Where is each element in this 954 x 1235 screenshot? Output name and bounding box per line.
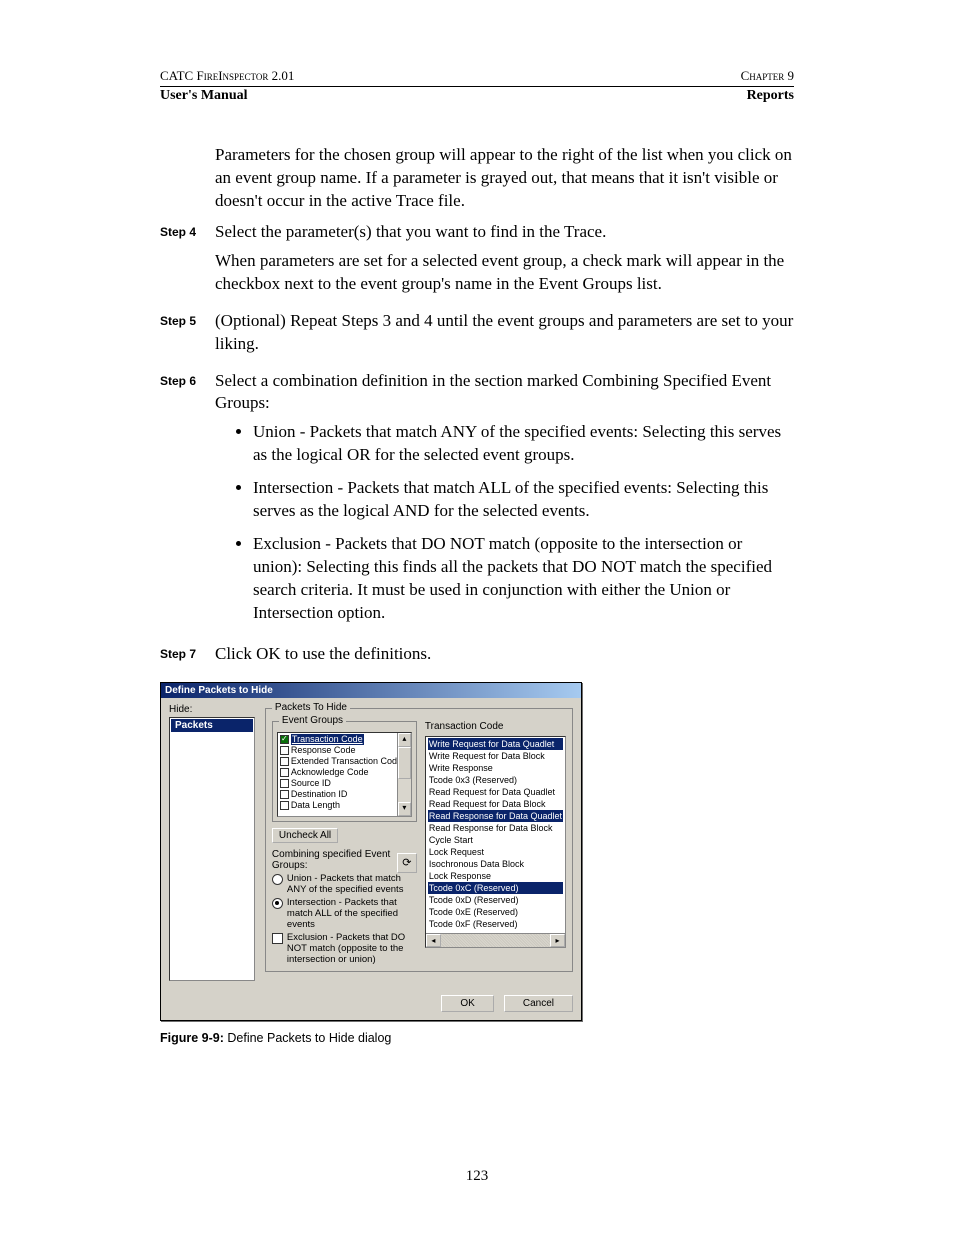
eg-item-extended-transaction-code[interactable]: Extended Transaction Code [291, 756, 402, 767]
option-union-label: Union - Packets that match ANY of the sp… [287, 873, 417, 895]
tc-item[interactable]: Tcode 0xD (Reserved) [428, 894, 563, 906]
combine-label: Combining specified Event Groups: [272, 849, 417, 871]
header-section: Reports [747, 88, 794, 104]
checkbox-icon[interactable] [280, 735, 289, 744]
eg-item-destination-id[interactable]: Destination ID [291, 789, 348, 800]
page-number: 123 [0, 1168, 954, 1185]
scroll-up-icon[interactable]: ▴ [398, 733, 411, 747]
eg-item-response-code[interactable]: Response Code [291, 745, 356, 756]
scrollbar-horizontal[interactable]: ◂ ▸ [426, 933, 565, 947]
packets-to-hide-group: Packets To Hide Event Groups Transaction… [265, 708, 573, 972]
checkbox-icon[interactable] [272, 933, 283, 944]
step-7-line: Click OK to use the definitions. [215, 643, 794, 666]
figure-text: Define Packets to Hide dialog [224, 1031, 391, 1045]
step-5-line: (Optional) Repeat Steps 3 and 4 until th… [215, 310, 794, 356]
tc-item[interactable]: Read Response for Data Block [428, 822, 563, 834]
eg-item-data-length[interactable]: Data Length [291, 800, 340, 811]
scroll-down-icon[interactable]: ▾ [398, 802, 411, 816]
step-4-line-1: Select the parameter(s) that you want to… [215, 221, 794, 244]
step-6-bullet-exclusion: Exclusion - Packets that DO NOT match (o… [253, 533, 794, 625]
scroll-left-icon[interactable]: ◂ [426, 934, 441, 947]
eg-item-acknowledge-code[interactable]: Acknowledge Code [291, 767, 369, 778]
header-left: CATC FireInspector 2.01 [160, 68, 294, 84]
step-6-label: Step 6 [160, 370, 215, 388]
tc-item[interactable]: Tcode 0xC (Reserved) [428, 882, 563, 894]
tc-item[interactable]: Isochronous Data Block [428, 858, 563, 870]
tc-item[interactable]: Write Request for Data Block [428, 750, 563, 762]
tc-item[interactable]: Tcode 0xF (Reserved) [428, 918, 563, 930]
checkbox-icon[interactable] [280, 790, 289, 799]
checkbox-icon[interactable] [280, 801, 289, 810]
step-6-bullet-union: Union - Packets that match ANY of the sp… [253, 421, 794, 467]
option-union[interactable]: Union - Packets that match ANY of the sp… [272, 873, 417, 895]
header-manual: User's Manual [160, 88, 248, 104]
option-intersection[interactable]: Intersection - Packets that match ALL of… [272, 897, 417, 930]
checkbox-icon[interactable] [280, 746, 289, 755]
tc-item[interactable]: Write Request for Data Quadlet [428, 738, 563, 750]
tc-item[interactable]: Lock Request [428, 846, 563, 858]
step-6-bullet-intersection: Intersection - Packets that match ALL of… [253, 477, 794, 523]
running-header-bold: User's Manual Reports [160, 86, 794, 104]
event-groups-title: Event Groups [279, 715, 346, 726]
transaction-code-title: Transaction Code [425, 721, 566, 732]
tc-item[interactable]: Tcode 0xE (Reserved) [428, 906, 563, 918]
radio-icon[interactable] [272, 898, 283, 909]
hide-label: Hide: [169, 704, 255, 715]
dialog-titlebar: Define Packets to Hide [161, 683, 581, 698]
intro-paragraph: Parameters for the chosen group will app… [215, 144, 794, 213]
scroll-thumb[interactable] [398, 747, 411, 779]
page: CATC FireInspector 2.01 Chapter 9 User's… [0, 0, 954, 1235]
running-header: CATC FireInspector 2.01 Chapter 9 [160, 68, 794, 84]
eg-item-transaction-code[interactable]: Transaction Code [291, 734, 364, 745]
option-exclusion-label: Exclusion - Packets that DO NOT match (o… [287, 932, 417, 965]
tc-item[interactable]: Read Request for Data Block [428, 798, 563, 810]
tc-item[interactable]: Lock Response [428, 870, 563, 882]
step-6-intro: Select a combination definition in the s… [215, 370, 794, 416]
tc-item[interactable]: Read Request for Data Quadlet [428, 786, 563, 798]
checkbox-icon[interactable] [280, 779, 289, 788]
event-groups-group: Event Groups Transaction Code Response C… [272, 721, 417, 822]
refresh-icon[interactable]: ⟳ [397, 853, 417, 873]
hide-listbox[interactable]: Packets [169, 717, 255, 981]
option-intersection-label: Intersection - Packets that match ALL of… [287, 897, 417, 930]
transaction-code-listbox[interactable]: Write Request for Data Quadlet Write Req… [425, 736, 566, 948]
tc-item[interactable]: Tcode 0x3 (Reserved) [428, 774, 563, 786]
step-5-label: Step 5 [160, 310, 215, 328]
step-7-label: Step 7 [160, 643, 215, 661]
checkbox-icon[interactable] [280, 768, 289, 777]
packets-to-hide-title: Packets To Hide [272, 702, 350, 713]
ok-button[interactable]: OK [441, 995, 493, 1012]
scrollbar-vertical[interactable]: ▴ ▾ [397, 733, 411, 816]
tc-item[interactable]: Write Response [428, 762, 563, 774]
scroll-right-icon[interactable]: ▸ [550, 934, 565, 947]
header-right: Chapter 9 [741, 68, 794, 84]
option-exclusion[interactable]: Exclusion - Packets that DO NOT match (o… [272, 932, 417, 965]
tc-item[interactable]: Cycle Start [428, 834, 563, 846]
step-4-line-2: When parameters are set for a selected e… [215, 250, 794, 296]
dialog-define-packets-to-hide: Define Packets to Hide Hide: Packets Pac… [160, 682, 582, 1021]
eg-item-source-id[interactable]: Source ID [291, 778, 331, 789]
figure-caption: Figure 9-9: Define Packets to Hide dialo… [160, 1031, 794, 1045]
checkbox-icon[interactable] [280, 757, 289, 766]
figure-label: Figure 9-9: [160, 1031, 224, 1045]
cancel-button[interactable]: Cancel [504, 995, 573, 1012]
radio-icon[interactable] [272, 874, 283, 885]
uncheck-all-button[interactable]: Uncheck All [272, 828, 338, 843]
hide-item-packets[interactable]: Packets [171, 719, 253, 732]
tc-item[interactable]: Read Response for Data Quadlet [428, 810, 563, 822]
event-groups-listbox[interactable]: Transaction Code Response Code Extended … [277, 732, 412, 817]
step-4-label: Step 4 [160, 221, 215, 239]
